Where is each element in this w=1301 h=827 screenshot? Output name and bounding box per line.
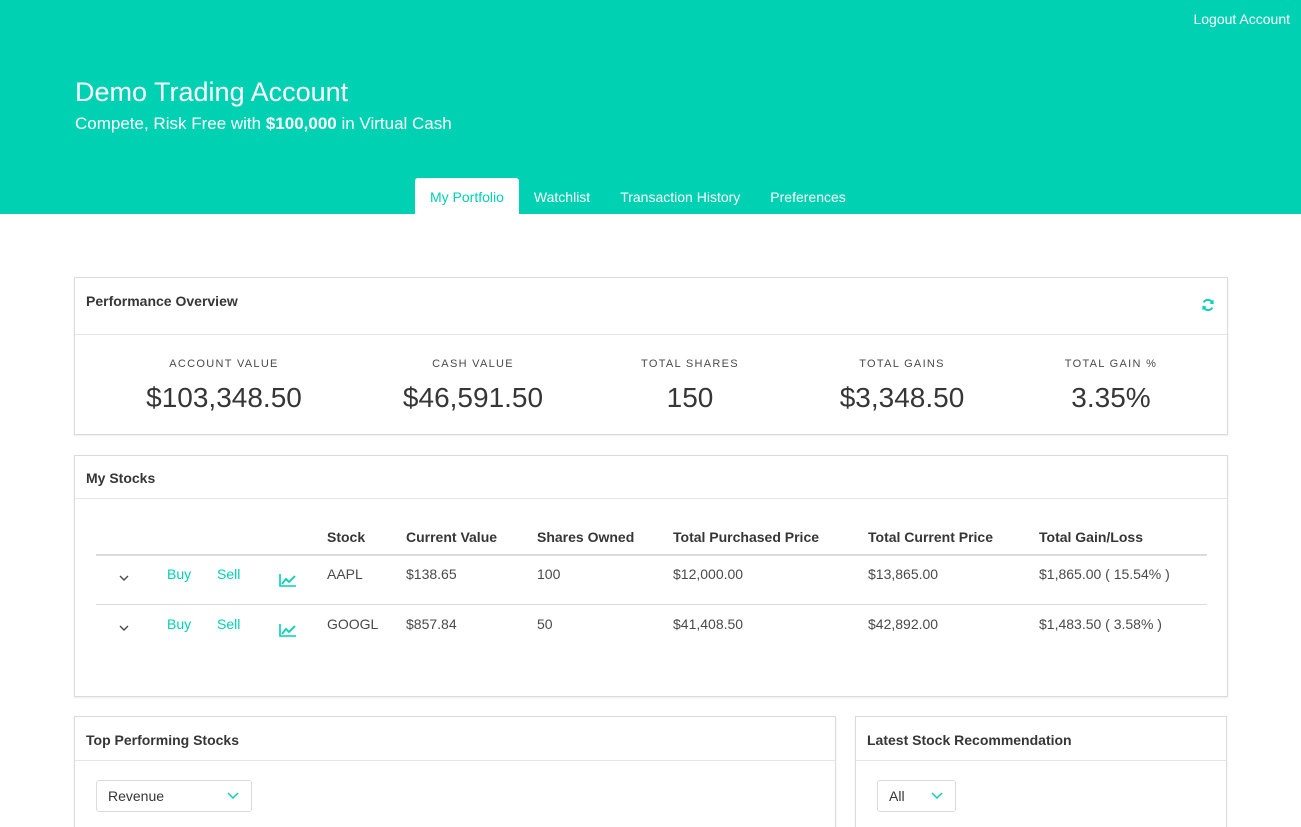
latest-stock-recommendation-card: Latest Stock Recommendation All bbox=[855, 716, 1227, 827]
my-stocks-title: My Stocks bbox=[86, 470, 156, 486]
top-performing-stocks-card: Top Performing Stocks Revenue bbox=[74, 716, 836, 827]
row-divider bbox=[96, 604, 1207, 605]
performance-overview-title: Performance Overview bbox=[86, 293, 238, 309]
stat-label: ACCOUNT VALUE bbox=[169, 358, 279, 370]
cell-total-current-price: $42,892.00 bbox=[868, 616, 939, 632]
stat-total-gain-percent: TOTAL GAIN % 3.35% bbox=[1001, 358, 1221, 414]
cell-current-value: $138.65 bbox=[406, 566, 457, 582]
page-subtitle: Compete, Risk Free with $100,000 in Virt… bbox=[75, 114, 452, 134]
latest-stock-recommendation-title: Latest Stock Recommendation bbox=[867, 732, 1072, 748]
sell-link[interactable]: Sell bbox=[217, 616, 240, 632]
cell-total-purchased-price: $41,408.50 bbox=[673, 616, 744, 632]
metric-select[interactable]: Revenue bbox=[96, 780, 252, 812]
metric-select-value: Revenue bbox=[108, 788, 165, 804]
stat-label: CASH VALUE bbox=[432, 358, 514, 370]
chevron-down-icon[interactable] bbox=[118, 573, 130, 583]
cell-total-current-price: $13,865.00 bbox=[868, 566, 939, 582]
top-performing-stocks-title: Top Performing Stocks bbox=[86, 732, 239, 748]
stat-total-gains: TOTAL GAINS $3,348.50 bbox=[792, 358, 1012, 414]
stat-label: TOTAL GAINS bbox=[859, 358, 945, 370]
column-header-total-current-price: Total Current Price bbox=[868, 529, 993, 545]
cell-total-gain-loss: $1,483.50 ( 3.58% ) bbox=[1039, 616, 1162, 632]
stat-value: 3.35% bbox=[1071, 382, 1151, 413]
cell-stock: AAPL bbox=[327, 566, 363, 582]
column-header-current-value: Current Value bbox=[406, 529, 498, 545]
top-performing-stocks-header: Top Performing Stocks bbox=[75, 717, 835, 761]
buy-link[interactable]: Buy bbox=[167, 616, 191, 632]
recommendation-filter-value: All bbox=[889, 788, 905, 804]
tab-watchlist[interactable]: Watchlist bbox=[519, 178, 605, 214]
stat-value: $3,348.50 bbox=[839, 382, 965, 413]
tab-preferences[interactable]: Preferences bbox=[755, 178, 860, 214]
subtitle-amount: $100,000 bbox=[265, 114, 337, 133]
page-title: Demo Trading Account bbox=[75, 77, 349, 107]
my-stocks-card: My Stocks Stock Current Value Shares Own… bbox=[74, 455, 1228, 697]
sell-link[interactable]: Sell bbox=[217, 566, 240, 582]
table-header-divider bbox=[96, 554, 1207, 556]
column-header-stock: Stock bbox=[327, 529, 366, 545]
tab-transaction-history[interactable]: Transaction History bbox=[605, 178, 755, 214]
stat-value: 150 bbox=[666, 382, 714, 413]
subtitle-prefix: Compete, Risk Free with bbox=[75, 114, 266, 133]
cell-current-value: $857.84 bbox=[406, 616, 457, 632]
main-tabs: My Portfolio Watchlist Transaction Histo… bbox=[415, 178, 861, 214]
subtitle-suffix: in Virtual Cash bbox=[336, 114, 452, 133]
stat-label: TOTAL SHARES bbox=[641, 358, 739, 370]
stat-account-value: ACCOUNT VALUE $103,348.50 bbox=[114, 358, 334, 414]
cell-shares-owned: 100 bbox=[537, 566, 561, 582]
cell-stock: GOOGL bbox=[327, 616, 379, 632]
column-header-total-purchased-price: Total Purchased Price bbox=[673, 529, 820, 545]
column-header-total-gain-loss: Total Gain/Loss bbox=[1039, 529, 1143, 545]
chart-line-icon[interactable] bbox=[279, 573, 297, 587]
cell-total-purchased-price: $12,000.00 bbox=[673, 566, 744, 582]
chevron-down-icon bbox=[931, 792, 943, 799]
my-stocks-header: My Stocks bbox=[75, 456, 1227, 499]
stat-total-shares: TOTAL SHARES 150 bbox=[580, 358, 800, 414]
column-header-shares-owned: Shares Owned bbox=[537, 529, 635, 545]
performance-overview-card: Performance Overview ACCOUNT VALUE $103,… bbox=[74, 277, 1228, 435]
chevron-down-icon[interactable] bbox=[118, 623, 130, 633]
stat-cash-value: CASH VALUE $46,591.50 bbox=[363, 358, 583, 414]
latest-stock-recommendation-header: Latest Stock Recommendation bbox=[856, 717, 1226, 761]
buy-link[interactable]: Buy bbox=[167, 566, 191, 582]
logout-link[interactable]: Logout Account bbox=[1193, 11, 1290, 27]
chart-line-icon[interactable] bbox=[279, 623, 297, 637]
refresh-icon[interactable] bbox=[1201, 298, 1215, 312]
tab-my-portfolio[interactable]: My Portfolio bbox=[415, 178, 519, 214]
cell-total-gain-loss: $1,865.00 ( 15.54% ) bbox=[1039, 566, 1170, 582]
performance-overview-header: Performance Overview bbox=[75, 278, 1227, 335]
stat-label: TOTAL GAIN % bbox=[1064, 358, 1158, 370]
stat-value: $46,591.50 bbox=[402, 382, 544, 413]
stat-value: $103,348.50 bbox=[146, 382, 302, 413]
hero-banner: Logout Account Demo Trading Account Comp… bbox=[0, 0, 1301, 214]
recommendation-filter-select[interactable]: All bbox=[877, 780, 956, 812]
cell-shares-owned: 50 bbox=[537, 616, 553, 632]
chevron-down-icon bbox=[227, 792, 239, 799]
